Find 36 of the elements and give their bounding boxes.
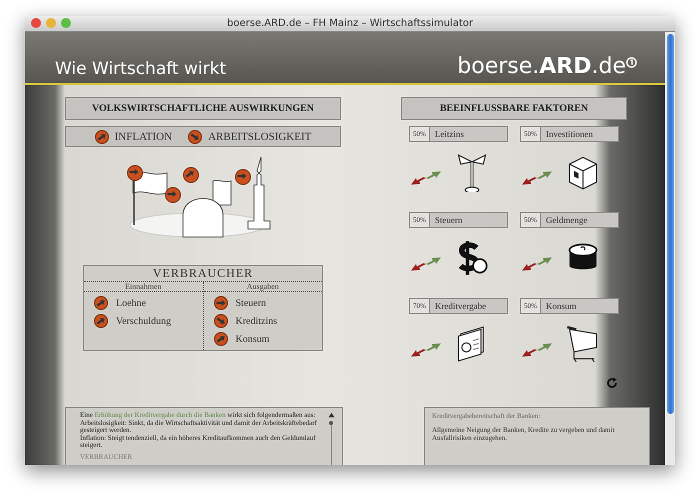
trend-icon [214,332,228,346]
factor-label: Geldmenge [544,215,588,225]
item-label: Kreditzins [236,316,278,326]
factor-label: Leitzins [434,129,464,139]
column-heading: Ausgaben [204,282,322,292]
indicator-label: INFLATION [114,130,172,142]
item-label: Loehne [116,298,146,308]
item-label: Verschuldung [116,316,171,326]
factor-label: Steuern [434,215,462,225]
factor-label: Konsum [544,301,576,311]
trend-icon [214,296,228,310]
scroll-bar[interactable] [665,32,675,465]
window-title: boerse.ARD.de – FH Mainz – Wirtschaftssimulator [227,18,473,29]
trend-icon [188,130,202,144]
trend-icon [214,314,228,328]
panel-title: VERBRAUCHER [84,266,322,282]
scroll-bar[interactable] [326,412,336,465]
factor-label: Investitionen [544,129,593,139]
trend-icon [127,165,143,181]
section-header: BEEINFLUSSBARE FAKTOREN [401,97,627,120]
item-label: Steuern [236,298,266,308]
factor-label: Kreditvergabe [434,301,486,311]
page-title: Wie Wirtschaft wirkt [55,59,226,79]
reset-icon[interactable] [605,376,619,390]
logo: boerse.ARD.de [457,54,637,79]
trend-icon [183,167,199,183]
column-heading: Einnahmen [84,282,202,292]
section-header: VOLKSWIRTSCHAFTLICHE AUSWIRKUNGEN [65,97,341,120]
trend-icon [94,296,108,310]
close-button[interactable] [31,18,41,28]
trend-icon [94,314,108,328]
trend-icon [94,130,109,144]
trend-icon [235,169,251,185]
indicator-label: ARBEITSLOSIGKEIT [208,130,312,142]
trend-icon [165,187,181,203]
item-label: Konsum [236,334,270,344]
